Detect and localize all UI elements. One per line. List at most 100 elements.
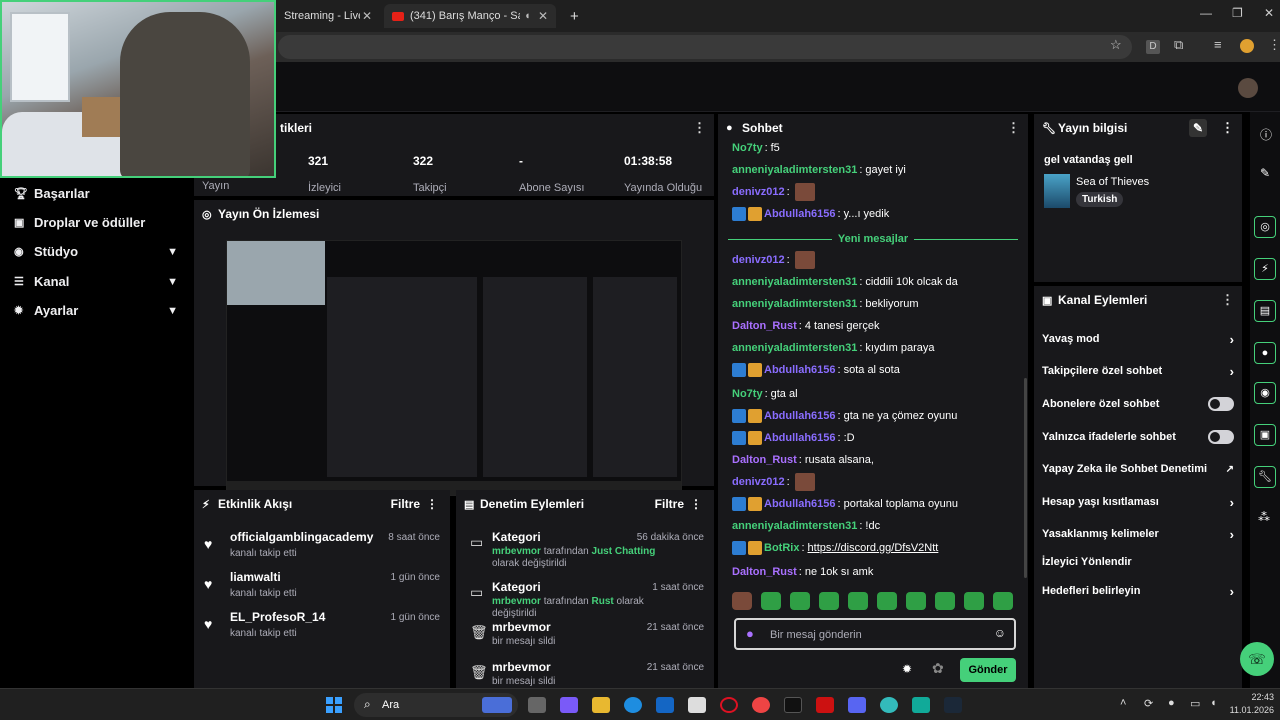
- emote-icon[interactable]: [732, 592, 752, 610]
- moderator-badge-icon[interactable]: [732, 363, 746, 377]
- chat-input[interactable]: [770, 626, 980, 644]
- moderator-badge-icon[interactable]: [732, 497, 746, 511]
- follower-name[interactable]: EL_ProfesoR_14: [230, 610, 325, 624]
- sidebar-item-drops[interactable]: ▣ Droplar ve ödüller: [14, 215, 178, 230]
- more-icon[interactable]: ⋮: [426, 497, 438, 511]
- action-raid[interactable]: İzleyici Yönlendir: [1042, 551, 1234, 573]
- more-icon[interactable]: ⋮: [1221, 120, 1234, 136]
- chat-username[interactable]: anneniyaladimtersten31: [732, 520, 857, 532]
- moderator-badge-icon[interactable]: [732, 541, 746, 555]
- chat-username[interactable]: denivz012: [732, 186, 785, 198]
- emoji-icon[interactable]: ☺: [994, 626, 1006, 640]
- action-banned-words[interactable]: Yasaklanmış kelimeler ›: [1042, 523, 1234, 545]
- more-icon[interactable]: ⋮: [1221, 292, 1234, 308]
- action-set-goals[interactable]: Hedefleri belirleyin ›: [1042, 580, 1234, 602]
- broadcast-icon[interactable]: ◉: [1254, 382, 1276, 404]
- chat-link[interactable]: https://discord.gg/DfsV2Ntt: [808, 542, 939, 554]
- crown-badge-icon[interactable]: [748, 409, 762, 423]
- tiktok-icon[interactable]: [784, 697, 802, 713]
- chat-username[interactable]: denivz012: [732, 476, 785, 488]
- chat-username[interactable]: Abdullah6156: [764, 364, 836, 376]
- actor-name[interactable]: mrbevmor: [492, 596, 541, 607]
- moderator-badge-icon[interactable]: [732, 431, 746, 445]
- chat-username[interactable]: anneniyaladimtersten31: [732, 164, 857, 176]
- chrome-active-icon[interactable]: [880, 697, 898, 713]
- moderator-badge-icon[interactable]: [732, 207, 746, 221]
- edge-icon[interactable]: [624, 697, 642, 713]
- browser-menu-icon[interactable]: ⋮: [1268, 37, 1280, 53]
- network-icon[interactable]: ▭: [1190, 697, 1200, 710]
- actor-name[interactable]: mrbevmor: [492, 546, 541, 557]
- app-icon[interactable]: [816, 697, 834, 713]
- chat-settings-icon[interactable]: ✹: [902, 662, 912, 676]
- copilot-icon[interactable]: [560, 697, 578, 713]
- chat-username[interactable]: anneniyaladimtersten31: [732, 342, 857, 354]
- moderator-badge-icon[interactable]: [732, 409, 746, 423]
- close-tab-icon[interactable]: ✕: [538, 9, 548, 23]
- start-icon[interactable]: [326, 697, 342, 713]
- emote-icon[interactable]: [935, 592, 955, 610]
- store-icon[interactable]: [688, 697, 706, 713]
- sidebar-item-studio[interactable]: ◉ Stüdyo ▼: [14, 244, 178, 259]
- action-followers-only[interactable]: Takipçilere özel sohbet ›: [1042, 360, 1234, 382]
- chat-scrollbar[interactable]: [1024, 378, 1027, 578]
- filter-button[interactable]: Filtre: [391, 497, 420, 511]
- sidebar-item-settings[interactable]: ✹ Ayarlar ▼: [14, 303, 178, 318]
- emote-icon[interactable]: [906, 592, 926, 610]
- clock-time[interactable]: 22:43: [1228, 692, 1274, 702]
- browser-tab-youtube[interactable]: (341) Barış Manço - Sarı Çiz ◖ ✕: [384, 4, 556, 28]
- send-button[interactable]: Gönder: [960, 658, 1016, 682]
- extensions-icon[interactable]: ⧉: [1174, 37, 1183, 53]
- volume-icon[interactable]: ◖: [1210, 697, 1217, 709]
- shortcuts-icon[interactable]: ⁂: [1258, 510, 1270, 524]
- chat-username[interactable]: anneniyaladimtersten31: [732, 276, 857, 288]
- lightning-icon[interactable]: ⚡︎: [1254, 258, 1276, 280]
- more-icon[interactable]: ⋮: [690, 497, 702, 511]
- chat-username[interactable]: No7ty: [732, 388, 763, 400]
- discord-icon[interactable]: [848, 697, 866, 713]
- profile-avatar[interactable]: [1240, 39, 1254, 53]
- chat-username[interactable]: Abdullah6156: [764, 208, 836, 220]
- microphone-icon[interactable]: ●: [746, 626, 754, 641]
- task-view-icon[interactable]: [528, 697, 546, 713]
- subscribers-only-toggle[interactable]: [1208, 397, 1234, 411]
- more-icon[interactable]: ⋮: [1007, 120, 1020, 136]
- user-avatar[interactable]: [1238, 78, 1258, 98]
- chat-username[interactable]: Dalton_Rust: [732, 566, 797, 578]
- chat-username[interactable]: anneniyaladimtersten31: [732, 298, 857, 310]
- action-name[interactable]: mrbevmor: [492, 660, 551, 674]
- chat-username[interactable]: Abdullah6156: [764, 432, 836, 444]
- action-slow-mode[interactable]: Yavaş mod ›: [1042, 328, 1234, 350]
- sidebar-item-achievements[interactable]: 🏆︎ Başarılar: [14, 186, 178, 201]
- edit-icon[interactable]: ✎: [1188, 119, 1207, 137]
- language-tag[interactable]: Turkish: [1076, 192, 1124, 207]
- wrench-icon[interactable]: 🔧︎: [1254, 466, 1276, 488]
- microphone-icon[interactable]: ●: [1168, 697, 1175, 709]
- filter-button[interactable]: Filtre: [655, 497, 684, 511]
- emote-icon[interactable]: [790, 592, 810, 610]
- emote-icon[interactable]: [964, 592, 984, 610]
- game-name[interactable]: Sea of Thieves: [1076, 176, 1149, 188]
- close-tab-icon[interactable]: ✕: [362, 9, 372, 23]
- emote-icon[interactable]: [819, 592, 839, 610]
- opera-icon[interactable]: [720, 697, 738, 713]
- chat-username[interactable]: No7ty: [732, 142, 763, 154]
- action-account-age[interactable]: Hesap yaşı kısıtlaması ›: [1042, 491, 1234, 513]
- chat-username[interactable]: Dalton_Rust: [732, 320, 797, 332]
- url-field[interactable]: [278, 35, 1132, 59]
- action-ai-moderation[interactable]: Yapay Zeka ile Sohbet Denetimi ↗: [1042, 458, 1234, 480]
- emote-icon[interactable]: [848, 592, 868, 610]
- action-name[interactable]: mrbevmor: [492, 620, 551, 634]
- crown-badge-icon[interactable]: [748, 497, 762, 511]
- clip-icon[interactable]: ◎: [1254, 216, 1276, 238]
- app-icon[interactable]: [912, 697, 930, 713]
- gift-icon[interactable]: ✿: [932, 660, 944, 677]
- chat-username[interactable]: BotRix: [764, 542, 799, 554]
- emote-only-toggle[interactable]: [1208, 430, 1234, 444]
- sidebar-item-channel[interactable]: ☰ Kanal ▼: [14, 274, 178, 289]
- pencil-icon[interactable]: ✎: [1260, 166, 1270, 180]
- follower-name[interactable]: liamwalti: [230, 570, 281, 584]
- chat-username[interactable]: Abdullah6156: [764, 498, 836, 510]
- taskbar-search[interactable]: ⌕ Ara: [354, 693, 518, 717]
- sync-icon[interactable]: ⟳: [1144, 697, 1153, 710]
